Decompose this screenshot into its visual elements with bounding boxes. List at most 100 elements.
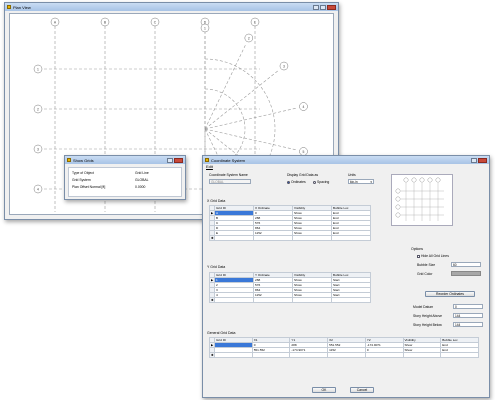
help-button[interactable]: [471, 157, 477, 163]
close-button[interactable]: [174, 157, 183, 163]
plan-offset-label: Plan Offset Normal [ft]: [72, 185, 106, 189]
grid-bubble-label: 2: [248, 36, 250, 40]
app-icon: [67, 158, 71, 162]
preview-bubble: [395, 188, 401, 194]
show-grids-title: Show Grids: [73, 157, 94, 163]
preview-bubble: [427, 177, 433, 183]
empty-cell[interactable]: [253, 297, 293, 303]
minimize-button[interactable]: [313, 4, 319, 10]
bubble-size-field[interactable]: 60: [451, 262, 481, 267]
units-value: kip-in: [350, 180, 358, 184]
radio-ordinates[interactable]: Ordinates: [287, 180, 306, 184]
empty-cell[interactable]: [292, 297, 332, 303]
radial-grid-line: [204, 107, 298, 130]
app-icon: [7, 5, 11, 9]
hide-all-grid-lines[interactable]: Hide All Grid Lines: [417, 254, 449, 258]
preview-bubble: [419, 177, 425, 183]
empty-cell[interactable]: [364, 352, 404, 358]
grid-bubble-label: 3: [37, 147, 39, 151]
plan-view-titlebar[interactable]: Plan View: [5, 3, 338, 11]
maximize-button[interactable]: [320, 4, 326, 10]
general-grid-section-label: General Grid Data: [207, 331, 236, 335]
story-height-above-field[interactable]: 144: [453, 313, 483, 318]
empty-cell[interactable]: [292, 235, 332, 241]
menu-edit[interactable]: Edit: [206, 164, 213, 169]
grid-system-label: Grid System: [72, 178, 91, 182]
empty-cell[interactable]: [214, 235, 254, 241]
coord-titlebar[interactable]: Coordinate System: [203, 156, 489, 164]
new-row-star-icon: ✱: [209, 352, 215, 358]
chevron-down-icon: ▾: [370, 180, 372, 184]
close-button[interactable]: [478, 157, 487, 163]
empty-cell[interactable]: [214, 352, 253, 358]
display-grid-label: Display Grid Data as: [287, 173, 319, 177]
empty-cell[interactable]: [402, 352, 442, 358]
type-of-object-value: Grid Line: [135, 171, 149, 175]
radio-spacing[interactable]: Spacing: [313, 180, 329, 184]
radio-ordinates-label: Ordinates: [291, 180, 306, 184]
y-grid-section-label: Y Grid Data: [207, 265, 226, 269]
app-icon: [205, 158, 209, 162]
grid-bubble-label: 3: [283, 64, 285, 68]
show-grids-window: Show Grids Type of Object Grid Line Grid…: [64, 155, 186, 200]
coord-menubar: Edit: [203, 164, 489, 170]
empty-cell[interactable]: [289, 352, 329, 358]
new-row[interactable]: ✱: [209, 352, 479, 358]
model-datum-field[interactable]: 0: [453, 304, 483, 309]
new-row[interactable]: ✱: [209, 297, 371, 303]
show-grids-body: Type of Object Grid Line Grid System GLO…: [68, 167, 182, 197]
units-select[interactable]: kip-in ▾: [348, 179, 374, 184]
cancel-button[interactable]: Cancel: [350, 387, 374, 393]
general-grid-table[interactable]: Grid ID X1 Y1 X2 Y2 Visibility Bubble Loc ▶ 0 288…: [209, 337, 479, 358]
grid-bubble-label: 1: [37, 67, 39, 71]
empty-cell[interactable]: [331, 297, 371, 303]
radio-spacing-dot[interactable]: [313, 180, 316, 184]
units-label: Units: [348, 173, 356, 177]
preview-bubble: [395, 212, 401, 218]
empty-cell[interactable]: [253, 235, 293, 241]
x-grid-section-label: X Grid Data: [207, 199, 226, 203]
radial-grid-line: [204, 128, 298, 151]
empty-cell[interactable]: [331, 235, 371, 241]
story-height-below-label: Story Height Below: [413, 323, 442, 327]
grid-bubble-label: 4: [303, 105, 305, 109]
grid-bubble-label: 2: [37, 107, 39, 111]
close-button[interactable]: [327, 4, 336, 10]
grid-system-value: GLOBAL: [135, 178, 149, 182]
hide-all-checkbox[interactable]: [417, 254, 420, 258]
new-row[interactable]: ✱: [209, 235, 371, 241]
options-label: Options: [411, 247, 424, 251]
coordinate-system-dialog: Coordinate System Edit Coordinate System…: [202, 155, 490, 398]
radio-ordinates-dot[interactable]: [287, 180, 290, 184]
help-button[interactable]: [167, 157, 173, 163]
preview-bubble: [435, 177, 441, 183]
grid-color-swatch[interactable]: [451, 271, 481, 276]
grid-bubble-label: 1: [204, 26, 206, 30]
new-row-star-icon: ✱: [209, 297, 215, 303]
radial-grid-line: [204, 43, 247, 130]
radial-grid-line: [204, 69, 280, 130]
empty-cell[interactable]: [251, 352, 291, 358]
system-name-label: Coordinate System Name: [209, 173, 248, 177]
x-grid-table[interactable]: Grid ID X Ordinate Visibility Bubble Loc ▶ A 0…: [209, 205, 371, 241]
empty-cell[interactable]: [214, 297, 254, 303]
empty-cell[interactable]: [440, 352, 479, 358]
coord-title: Coordinate System: [211, 157, 246, 163]
radio-spacing-label: Spacing: [317, 180, 330, 184]
plan-offset-value: 0.0000: [135, 185, 146, 189]
empty-cell[interactable]: [327, 352, 366, 358]
grid-preview-image: [391, 174, 453, 226]
grid-color-label: Grid Color: [417, 272, 433, 276]
model-datum-label: Model Datum: [413, 305, 434, 309]
system-name-field[interactable]: GLOBAL: [209, 179, 251, 184]
ok-button[interactable]: OK: [312, 387, 336, 393]
grid-bubble-label: 4: [37, 187, 39, 191]
show-grids-titlebar[interactable]: Show Grids: [65, 156, 185, 164]
type-of-object-label: Type of Object: [72, 171, 94, 175]
reorder-ordinates-button[interactable]: Reorder Ordinates: [425, 291, 475, 297]
story-height-below-field[interactable]: 144: [453, 322, 483, 327]
y-grid-table[interactable]: Grid ID Y Ordinate Visibility Bubble Loc ▶ 1 2…: [209, 272, 371, 303]
preview-bubble: [395, 204, 401, 210]
plan-view-title: Plan View: [13, 4, 31, 10]
preview-bubble: [395, 196, 401, 202]
